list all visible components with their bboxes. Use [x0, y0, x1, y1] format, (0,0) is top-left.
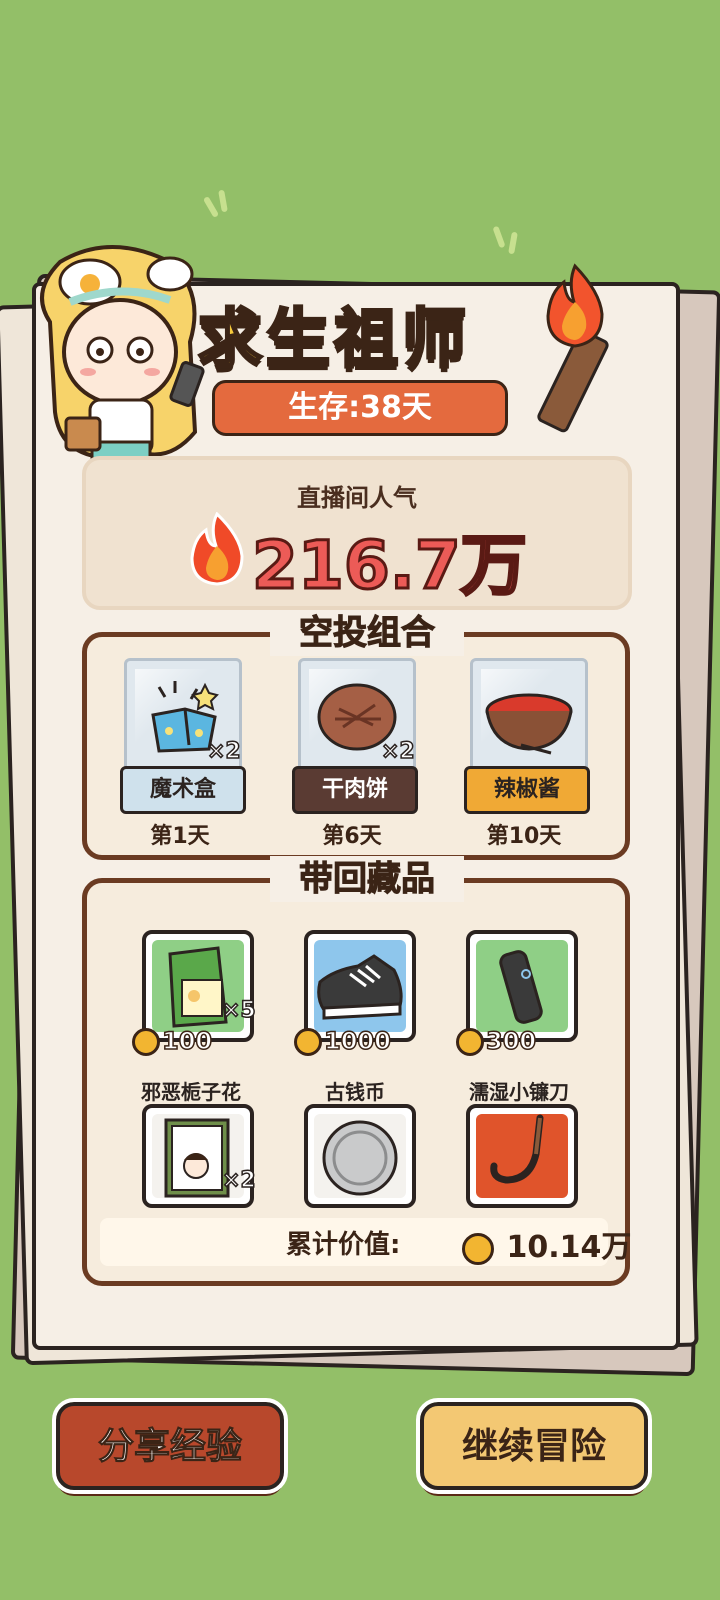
collection-item-card[interactable]: [466, 1104, 578, 1208]
item-quantity: ×2: [380, 738, 415, 765]
collection-item-name: 濡湿小镰刀: [469, 1080, 569, 1104]
coin-icon: [462, 1232, 494, 1265]
coin-icon: [294, 1028, 322, 1056]
airdrop-item-day: 第6天: [322, 824, 382, 849]
decor-tick: [218, 189, 228, 213]
item-price: 1000: [294, 1026, 392, 1056]
decor-tick: [202, 195, 220, 219]
vape-device-icon: [499, 950, 543, 1024]
airdrop-item-slot[interactable]: ×2: [124, 658, 242, 778]
coin-icon: [456, 1028, 484, 1056]
airdrop-section-title: 空投组合: [270, 610, 464, 656]
decor-tick: [508, 231, 518, 255]
item-price: 300: [456, 1026, 537, 1056]
torch-flame-icon: [546, 263, 604, 348]
airdrop-item-slot[interactable]: ×2: [298, 658, 416, 778]
page-title: 求生祖师: [197, 302, 470, 379]
collection-item-card[interactable]: ×2: [142, 1104, 256, 1208]
sneaker-icon: [317, 954, 403, 1020]
total-value-label: 累计价值:: [286, 1230, 401, 1260]
chili-sauce-icon: [485, 693, 573, 755]
popularity-label: 直播间人气: [297, 484, 417, 512]
collection-item-name: 古钱币: [325, 1080, 385, 1104]
popularity-value: 216.7万: [251, 526, 529, 606]
airdrop-item-day: 第10天: [486, 824, 562, 849]
collection-item-card[interactable]: [304, 1104, 416, 1208]
coin-icon: [132, 1028, 160, 1056]
item-quantity: ×2: [221, 1167, 256, 1194]
streamer-character-illustration: [40, 245, 205, 486]
collection-item-name: 邪恶栀子花: [141, 1080, 241, 1104]
survival-days-badge: 生存:38天: [212, 380, 508, 436]
airdrop-item-name: 辣椒酱: [464, 766, 590, 814]
airdrop-item-day: 第1天: [150, 824, 210, 849]
total-value: 10.14万: [462, 1222, 631, 1266]
decor-tick: [492, 225, 506, 249]
wet-sickle-icon: [490, 1114, 544, 1184]
share-experience-button[interactable]: 分享经验: [52, 1398, 288, 1494]
airdrop-item-slot[interactable]: [470, 658, 588, 778]
airdrop-item-name: 魔术盒: [120, 766, 246, 814]
item-quantity: ×5: [221, 997, 256, 1024]
airdrop-item-name: 干肉饼: [292, 766, 418, 814]
item-price: 100: [132, 1026, 213, 1056]
continue-adventure-button[interactable]: 继续冒险: [416, 1398, 652, 1494]
ancient-coin-icon: [322, 1120, 398, 1196]
collection-section-title: 带回藏品: [270, 856, 464, 902]
fire-icon: [190, 512, 244, 586]
item-quantity: ×2: [206, 738, 241, 765]
